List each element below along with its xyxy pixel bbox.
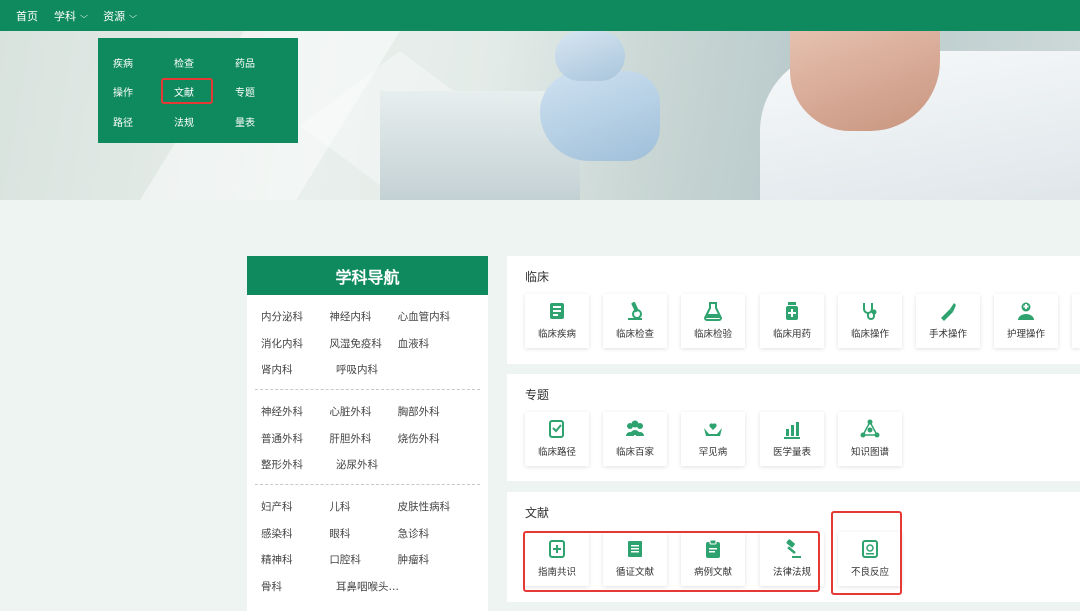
subject-group-internal: 内分泌科 神经内科 心血管内科 消化内科 风湿免疫科 血液科 肾内科 呼吸内科 — [255, 295, 480, 391]
nurse-icon — [1015, 300, 1037, 322]
subject-nav-title: 学科导航 — [247, 256, 488, 295]
menu-item-topic[interactable]: 专题 — [220, 84, 270, 99]
subject-link[interactable]: 眼科 — [329, 526, 397, 541]
tile-rare-disease[interactable]: 罕见病 — [681, 412, 745, 466]
subject-link[interactable]: 心血管内科 — [398, 309, 466, 324]
tile-clinical-exam[interactable]: 临床检查 — [603, 294, 667, 348]
subject-link[interactable]: 泌尿外科 — [336, 457, 411, 472]
hero-glove — [540, 71, 660, 161]
subject-group-surgery: 神经外科 心脏外科 胸部外科 普通外科 肝胆外科 烧伤外科 整形外科 泌尿外科 — [255, 390, 480, 486]
menu-item-drug[interactable]: 药品 — [220, 55, 270, 70]
tile-clinical-lab[interactable]: 临床检验 — [681, 294, 745, 348]
tile-label: 临床检查 — [615, 329, 654, 340]
subject-link[interactable]: 肿瘤科 — [398, 552, 466, 567]
hero-glove — [555, 31, 625, 81]
subject-link[interactable]: 消化内科 — [261, 336, 329, 351]
scalpel-icon — [937, 300, 959, 322]
tile-label: 临床检验 — [693, 329, 732, 340]
pathway-doc-icon — [546, 418, 568, 440]
nav-resources-label: 资源 — [103, 9, 126, 23]
nav-home[interactable]: 首页 — [16, 8, 38, 24]
nav-subjects[interactable]: 学科 ⌵ — [54, 8, 88, 24]
subject-link[interactable]: 血液科 — [398, 336, 466, 351]
knowledge-graph-icon — [859, 418, 881, 440]
chevron-down-icon: ⌵ — [129, 10, 138, 20]
subject-link[interactable]: 皮肤性病科 — [398, 499, 466, 514]
section-title: 文献 — [525, 506, 550, 520]
microscope-icon — [624, 300, 646, 322]
tile-label: 临床疾病 — [537, 329, 576, 340]
tile-label: 护理操作 — [1006, 329, 1045, 340]
tile-label: 罕见病 — [698, 447, 728, 458]
subject-link[interactable]: 神经内科 — [329, 309, 397, 324]
section-title: 临床 — [525, 270, 550, 284]
section-title: 专题 — [525, 388, 550, 402]
highlight-box — [831, 511, 902, 595]
menu-item-disease[interactable]: 疾病 — [98, 55, 148, 70]
nav-subjects-label: 学科 — [54, 9, 76, 23]
subject-link[interactable]: 普通外科 — [261, 431, 329, 446]
medicine-bottle-icon — [781, 300, 803, 322]
subject-link[interactable]: 口腔科 — [329, 552, 397, 567]
resource-dropdown-menu: 疾病 检查 药品 操作 文献 专题 路径 法规 量表 — [98, 38, 298, 143]
tile-label: 医学量表 — [772, 447, 811, 458]
menu-item-regulation[interactable]: 法规 — [159, 114, 209, 129]
subject-link[interactable]: 骨科 — [261, 579, 336, 594]
subject-link[interactable]: 神经外科 — [261, 404, 329, 419]
flask-icon — [702, 300, 724, 322]
subject-link[interactable]: 急诊科 — [398, 526, 466, 541]
menu-item-operation[interactable]: 操作 — [98, 84, 148, 99]
tile-label: 临床用药 — [772, 329, 811, 340]
highlight-box — [161, 78, 213, 104]
chevron-down-icon: ⌵ — [80, 10, 88, 20]
menu-item-scale[interactable]: 量表 — [220, 114, 270, 129]
section-topics: 专题 临床路径 临床百家 罕见病 医学量表 知识图谱 — [507, 374, 1080, 481]
tile-clinical-drug[interactable]: 临床用药 — [760, 294, 824, 348]
tile-label: 临床操作 — [850, 329, 889, 340]
tile-label: 临床路径 — [537, 447, 576, 458]
subject-link[interactable]: 风湿免疫科 — [329, 336, 397, 351]
subject-link[interactable]: 胸部外科 — [398, 404, 466, 419]
subject-link[interactable]: 肾内科 — [261, 362, 336, 377]
subject-link[interactable]: 呼吸内科 — [336, 362, 411, 377]
subject-link[interactable]: 内分泌科 — [261, 309, 329, 324]
subject-link[interactable]: 心脏外科 — [329, 404, 397, 419]
subject-link[interactable]: 整形外科 — [261, 457, 336, 472]
tile-label: 手术操作 — [928, 329, 967, 340]
disease-book-icon — [546, 300, 568, 322]
subject-link[interactable]: 妇产科 — [261, 499, 329, 514]
nav-home-label: 首页 — [16, 9, 38, 23]
subject-link[interactable]: 精神科 — [261, 552, 329, 567]
tile-clinical-disease[interactable]: 临床疾病 — [525, 294, 589, 348]
subject-link[interactable]: 儿科 — [329, 499, 397, 514]
tile-clinical-experts[interactable]: 临床百家 — [603, 412, 667, 466]
bar-chart-icon — [781, 418, 803, 440]
tile-knowledge-graph[interactable]: 知识图谱 — [838, 412, 902, 466]
tile-overflow-edge — [1072, 294, 1080, 348]
menu-item-exam[interactable]: 检查 — [159, 55, 209, 70]
top-nav: 首页 学科 ⌵ 资源 ⌵ — [0, 0, 1080, 31]
menu-item-pathway[interactable]: 路径 — [98, 114, 148, 129]
tile-clinical-operation[interactable]: 临床操作 — [838, 294, 902, 348]
tile-surgery-operation[interactable]: 手术操作 — [916, 294, 980, 348]
tile-nursing-operation[interactable]: 护理操作 — [994, 294, 1058, 348]
tile-clinical-pathway[interactable]: 临床路径 — [525, 412, 589, 466]
stethoscope-icon — [859, 300, 881, 322]
highlight-box — [523, 531, 820, 592]
hands-heart-icon — [702, 418, 724, 440]
subject-link[interactable]: 耳鼻咽喉头… — [336, 579, 411, 594]
people-group-icon — [624, 418, 646, 440]
nav-resources[interactable]: 资源 ⌵ — [103, 8, 138, 24]
subject-link[interactable]: 感染科 — [261, 526, 329, 541]
subject-nav-panel: 学科导航 内分泌科 神经内科 心血管内科 消化内科 风湿免疫科 血液科 肾内科 呼吸内科 … — [247, 256, 488, 611]
tile-label: 临床百家 — [615, 447, 654, 458]
subject-link[interactable]: 烧伤外科 — [398, 431, 466, 446]
tile-label: 知识图谱 — [850, 447, 889, 458]
subject-group-other: 妇产科 儿科 皮肤性病科 感染科 眼科 急诊科 精神科 口腔科 肿瘤科 骨科 耳鼻咽喉头… — [255, 485, 480, 606]
section-clinical: 临床 临床疾病 临床检查 临床检验 临床用药 临床操作 手术操作 护理操作 — [507, 256, 1080, 364]
subject-link[interactable]: 肝胆外科 — [329, 431, 397, 446]
tile-medical-scale[interactable]: 医学量表 — [760, 412, 824, 466]
